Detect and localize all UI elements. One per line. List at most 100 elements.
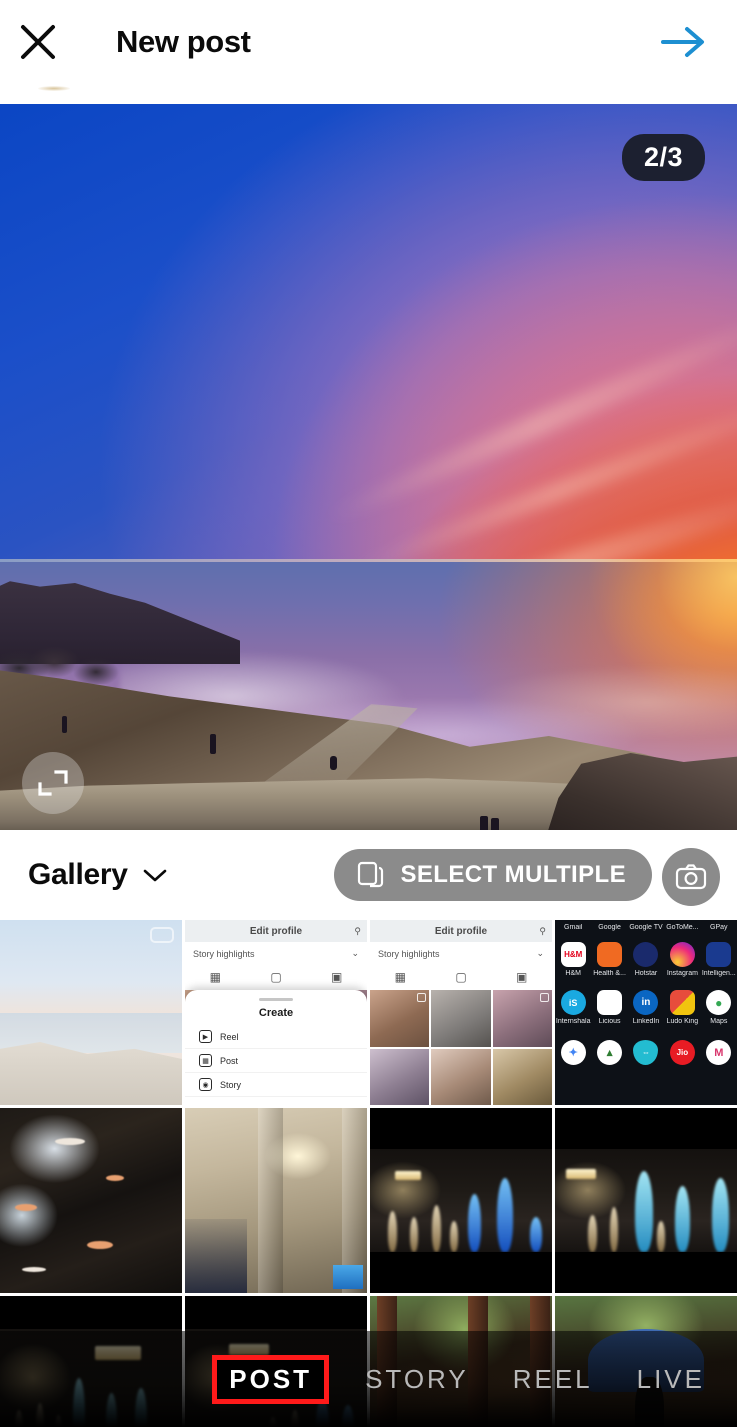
app-row2-icons: H&M bbox=[555, 942, 737, 967]
sheet-grabber bbox=[259, 998, 293, 1002]
myntra-icon: M bbox=[706, 1040, 732, 1065]
thumb-create-sheet: Create ▶ Reel ▦ Post ◉ Story bbox=[185, 990, 367, 1105]
app-label: Ludo King bbox=[666, 1018, 699, 1025]
media-preview[interactable]: 2/3 bbox=[0, 104, 737, 830]
chevron-down-icon: ⌄ bbox=[351, 948, 359, 958]
thumb-status-bar: Edit profile ⚲ bbox=[370, 920, 552, 942]
koi-fish bbox=[21, 1267, 46, 1273]
tab-story[interactable]: STORY bbox=[343, 1358, 491, 1401]
app-label: LinkedIn bbox=[632, 1018, 660, 1025]
maps-icon: ● bbox=[706, 990, 732, 1015]
hotstar-icon bbox=[633, 942, 659, 967]
app-label: Intelligen... bbox=[701, 970, 736, 977]
grid-icon: ▦ bbox=[209, 970, 221, 984]
ludo-king-icon bbox=[669, 990, 695, 1015]
thumbnail-beach-sunset[interactable] bbox=[0, 920, 182, 1105]
tagged-icon: ▣ bbox=[330, 970, 343, 984]
select-multiple-button[interactable]: SELECT MULTIPLE bbox=[334, 849, 652, 901]
thumb-status-bar: Edit profile ⚲ bbox=[185, 920, 367, 942]
arrow-right-icon bbox=[661, 27, 704, 57]
tab-post[interactable]: POST bbox=[212, 1354, 330, 1404]
pin-icon: ⚲ bbox=[539, 925, 546, 936]
sheet-items: ▶ Reel ▦ Post ◉ Story bbox=[185, 1025, 367, 1098]
app-label: Licious bbox=[598, 1018, 621, 1025]
gallery-source-selector[interactable]: Gallery bbox=[28, 858, 168, 892]
thumbnail-koi-pond[interactable] bbox=[0, 1108, 182, 1293]
linkedin-icon: in bbox=[633, 990, 659, 1015]
sheet-item-reel: ▶ Reel bbox=[185, 1025, 367, 1050]
thumbnail-edit-profile-create[interactable]: Edit profile ⚲ Story highlights ⌄ ▦ ▢ ▣ bbox=[185, 920, 367, 1105]
sheet-item-story: ◉ Story bbox=[185, 1073, 367, 1098]
grid-icon: ▦ bbox=[394, 970, 406, 984]
open-camera-button[interactable] bbox=[662, 848, 720, 906]
person-silhouette bbox=[491, 818, 499, 830]
jio-icon: Jio bbox=[669, 1040, 695, 1065]
expand-crop-icon bbox=[38, 770, 68, 796]
app-label: Google bbox=[598, 924, 621, 931]
mx-icon: ⇔ bbox=[633, 1040, 659, 1065]
thumb-section-label: Story highlights bbox=[193, 948, 255, 959]
reels-icon: ▢ bbox=[455, 970, 467, 984]
select-multiple-label: SELECT MULTIPLE bbox=[400, 861, 626, 888]
chevron-down-icon bbox=[143, 869, 166, 882]
thumbnail-edit-profile-grid[interactable]: Edit profile ⚲ Story highlights ⌄ ▦ ▢ ▣ bbox=[370, 920, 552, 1105]
new-post-screen: New post 2/3 Gallery SELECT MULTIPLE Edi… bbox=[0, 0, 737, 1427]
reels-icon: ▢ bbox=[270, 970, 282, 984]
app-row1-labels: Gmail Google Google TV GoToMe... GPay bbox=[555, 924, 737, 931]
close-x-icon bbox=[21, 25, 55, 59]
app-label: Internshala bbox=[555, 1018, 591, 1025]
hm-icon: H&M bbox=[560, 942, 586, 967]
app-label: Gmail bbox=[564, 924, 583, 931]
thumb-profile-tabs: ▦ ▢ ▣ bbox=[370, 966, 552, 988]
app-label: Hotstar bbox=[634, 970, 658, 977]
mode-tab-bar: POST STORY REEL LIVE bbox=[0, 1331, 737, 1427]
tab-live[interactable]: LIVE bbox=[615, 1358, 727, 1401]
camera-icon bbox=[675, 864, 707, 890]
chevron-down-icon: ⌄ bbox=[536, 948, 544, 958]
thumbnail-app-drawer[interactable]: Gmail Google Google TV GoToMe... GPay H&… bbox=[555, 920, 737, 1105]
header-bar: New post bbox=[0, 0, 737, 84]
pin-icon: ⚲ bbox=[354, 925, 361, 936]
meesho-icon: ▴ bbox=[597, 1040, 623, 1065]
video-frame-band bbox=[555, 1148, 737, 1253]
previous-media-sliver bbox=[0, 84, 737, 104]
tab-reel[interactable]: REEL bbox=[491, 1358, 615, 1401]
app-row4-icons: ✦ ▴ ⇔ Jio M bbox=[555, 1040, 737, 1065]
app-label: Health &... bbox=[593, 970, 626, 977]
person-silhouette bbox=[210, 734, 216, 754]
sheet-title: Create bbox=[258, 1007, 294, 1020]
gallery-source-label: Gallery bbox=[28, 858, 128, 891]
thumbnail-mall-interior[interactable] bbox=[185, 1108, 367, 1293]
sheet-item-label: Post bbox=[220, 1055, 239, 1066]
intelligent-icon bbox=[706, 942, 732, 967]
internshala-icon: iS bbox=[560, 990, 586, 1015]
app-label: Maps bbox=[710, 1018, 728, 1025]
sheet-item-label: Story bbox=[220, 1079, 242, 1090]
instagram-icon bbox=[669, 942, 695, 967]
thumb-section-label: Story highlights bbox=[378, 948, 440, 959]
app-label: GPay bbox=[710, 924, 728, 931]
app-row3-icons: iS in ● bbox=[555, 990, 737, 1015]
reel-icon: ▶ bbox=[199, 1030, 212, 1044]
close-button[interactable] bbox=[0, 0, 76, 84]
sheet-item-post: ▦ Post bbox=[185, 1049, 367, 1074]
mall-lower-dark bbox=[185, 1219, 247, 1293]
gallery-source-bar: Gallery SELECT MULTIPLE bbox=[0, 830, 737, 920]
layers-icon bbox=[358, 861, 384, 888]
person-silhouette bbox=[62, 716, 67, 733]
next-button[interactable] bbox=[645, 0, 723, 84]
app-row2-labels: H&M Health &... Hotstar Instagram Intell… bbox=[555, 970, 737, 977]
burst-icon bbox=[150, 927, 174, 943]
thumbnail-fountain-2[interactable] bbox=[555, 1108, 737, 1293]
koi-fish bbox=[105, 1174, 124, 1181]
thumb-title: Edit profile bbox=[249, 925, 303, 937]
person-silhouette bbox=[480, 816, 488, 830]
thumb-section-row: Story highlights ⌄ bbox=[378, 948, 544, 959]
mall-display-screen bbox=[333, 1265, 363, 1289]
expand-button[interactable] bbox=[22, 752, 84, 814]
page-title: New post bbox=[116, 24, 251, 59]
image-counter-badge: 2/3 bbox=[621, 134, 705, 181]
thumb-photo-grid bbox=[370, 990, 552, 1105]
thumb-title: Edit profile bbox=[434, 925, 488, 937]
thumbnail-fountain-1[interactable] bbox=[370, 1108, 552, 1293]
